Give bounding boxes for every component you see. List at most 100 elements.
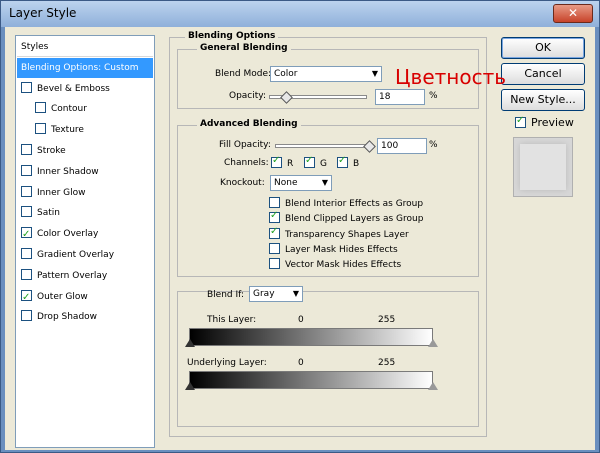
this-layer-black-handle[interactable] <box>185 339 195 347</box>
opacity-input[interactable]: 18 <box>375 89 425 105</box>
channel-label: B <box>353 159 360 169</box>
advanced-blending-title: Advanced Blending <box>197 119 301 129</box>
style-item[interactable]: Contour <box>17 99 153 119</box>
fill-opacity-label: Fill Opacity: <box>219 140 271 150</box>
style-checkbox[interactable] <box>21 268 32 280</box>
underlying-layer-max: 255 <box>378 358 396 368</box>
preview-checkbox[interactable] <box>515 115 526 128</box>
fill-opacity-input[interactable]: 100 <box>377 138 427 154</box>
channel-checkbox[interactable] <box>337 155 348 168</box>
new-style-button[interactable]: New Style... <box>501 89 585 111</box>
this-layer-label: This Layer: <box>207 315 257 325</box>
style-item[interactable]: Color Overlay <box>17 224 153 245</box>
style-item[interactable]: Outer Glow <box>17 287 153 308</box>
style-item[interactable]: Blending Options: Custom <box>17 57 153 78</box>
style-checkbox[interactable] <box>21 288 32 308</box>
channel-label: G <box>320 159 327 169</box>
style-item-label: Color Overlay <box>37 229 99 240</box>
this-layer-max: 255 <box>378 315 396 325</box>
title-bar[interactable]: Layer Style ✕ <box>1 1 599 27</box>
blend-mode-select[interactable]: Color ▼ <box>270 66 382 82</box>
close-button[interactable]: ✕ <box>553 4 593 23</box>
knockout-label: Knockout: <box>220 178 265 188</box>
channel-r-checkbox[interactable]: R <box>271 155 293 169</box>
style-item-label: Outer Glow <box>37 291 88 302</box>
preview-swatch <box>520 144 566 190</box>
style-item[interactable]: Stroke <box>17 141 153 161</box>
style-item-label: Bevel & Emboss <box>37 83 110 94</box>
style-item[interactable]: Inner Glow <box>17 183 153 203</box>
style-item-label: Satin <box>37 208 60 219</box>
underlying-layer-gradient <box>189 371 433 389</box>
advanced-option[interactable]: Blend Interior Effects as Group <box>269 197 423 209</box>
ok-button[interactable]: OK <box>501 37 585 59</box>
this-layer-white-handle[interactable] <box>428 339 438 347</box>
advanced-option-label: Blend Interior Effects as Group <box>285 199 424 209</box>
style-checkbox[interactable] <box>35 123 46 135</box>
style-item-label: Drop Shadow <box>37 312 98 323</box>
advanced-option-checkbox[interactable] <box>269 210 280 224</box>
blending-options-title: Blending Options <box>185 31 279 41</box>
style-item[interactable]: Satin <box>17 203 153 223</box>
advanced-option-checkbox[interactable] <box>269 197 280 208</box>
channel-checkbox[interactable] <box>304 155 315 168</box>
advanced-option-checkbox[interactable] <box>269 242 280 254</box>
style-checkbox[interactable] <box>21 164 32 176</box>
style-checkbox[interactable] <box>21 225 32 245</box>
annotation-text: Цветность <box>395 65 507 89</box>
advanced-option[interactable]: Vector Mask Hides Effects <box>269 258 401 270</box>
fill-opacity-slider-track[interactable] <box>275 144 371 148</box>
cancel-button[interactable]: Cancel <box>501 63 585 85</box>
advanced-option[interactable]: Blend Clipped Layers as Group <box>269 210 424 225</box>
style-item-label: Stroke <box>37 146 66 156</box>
advanced-option-label: Vector Mask Hides Effects <box>285 260 402 271</box>
underlying-layer-label: Underlying Layer: <box>187 358 267 368</box>
style-item-label: Texture <box>51 125 84 136</box>
style-preview <box>513 137 573 197</box>
style-checkbox[interactable] <box>21 206 32 218</box>
general-blending-title: General Blending <box>197 43 291 53</box>
style-item[interactable]: Styles <box>17 37 153 57</box>
advanced-option-checkbox[interactable] <box>269 226 280 239</box>
chevron-down-icon: ▼ <box>292 289 299 298</box>
style-item[interactable]: Bevel & Emboss <box>17 79 153 99</box>
advanced-option[interactable]: Transparency Shapes Layer <box>269 226 409 240</box>
style-item-label: Gradient Overlay <box>37 250 115 260</box>
style-item-label: Inner Glow <box>37 187 86 198</box>
style-checkbox[interactable] <box>21 81 32 93</box>
fill-opacity-percent: % <box>429 140 438 150</box>
knockout-select[interactable]: None ▼ <box>270 175 332 191</box>
style-item[interactable]: Inner Shadow <box>17 162 153 182</box>
style-checkbox[interactable] <box>21 310 32 322</box>
advanced-option-label: Blend Clipped Layers as Group <box>285 214 424 225</box>
chevron-down-icon: ▼ <box>321 178 328 187</box>
style-item-label: Inner Shadow <box>37 166 99 177</box>
preview-checkbox-row[interactable]: Preview <box>515 115 574 129</box>
advanced-option-checkbox[interactable] <box>269 258 280 270</box>
blend-if-select[interactable]: Gray ▼ <box>249 286 303 302</box>
advanced-option[interactable]: Layer Mask Hides Effects <box>269 242 398 255</box>
blend-if-value: Gray <box>253 289 275 299</box>
blend-mode-label: Blend Mode: <box>215 69 272 79</box>
style-item[interactable]: Pattern Overlay <box>17 266 153 286</box>
underlying-layer-white-handle[interactable] <box>428 382 438 390</box>
advanced-option-label: Transparency Shapes Layer <box>285 229 409 240</box>
blend-mode-value: Color <box>274 69 298 79</box>
underlying-layer-min: 0 <box>298 358 304 368</box>
window-title: Layer Style <box>9 6 77 20</box>
channel-g-checkbox[interactable]: G <box>304 155 327 169</box>
style-item[interactable]: Texture <box>17 120 153 140</box>
style-checkbox[interactable] <box>21 248 32 259</box>
style-checkbox[interactable] <box>35 102 46 114</box>
style-item[interactable]: Drop Shadow <box>17 307 153 327</box>
blend-if-label: Blend If: <box>207 290 245 300</box>
style-checkbox[interactable] <box>21 144 32 155</box>
underlying-layer-black-handle[interactable] <box>185 382 195 390</box>
style-item[interactable]: Gradient Overlay <box>17 245 153 265</box>
preview-label: Preview <box>531 116 574 129</box>
channel-b-checkbox[interactable]: B <box>337 155 360 169</box>
style-item-label: Blending Options: Custom <box>21 62 139 73</box>
channel-checkbox[interactable] <box>271 155 282 168</box>
this-layer-gradient <box>189 328 433 346</box>
style-checkbox[interactable] <box>21 185 32 197</box>
